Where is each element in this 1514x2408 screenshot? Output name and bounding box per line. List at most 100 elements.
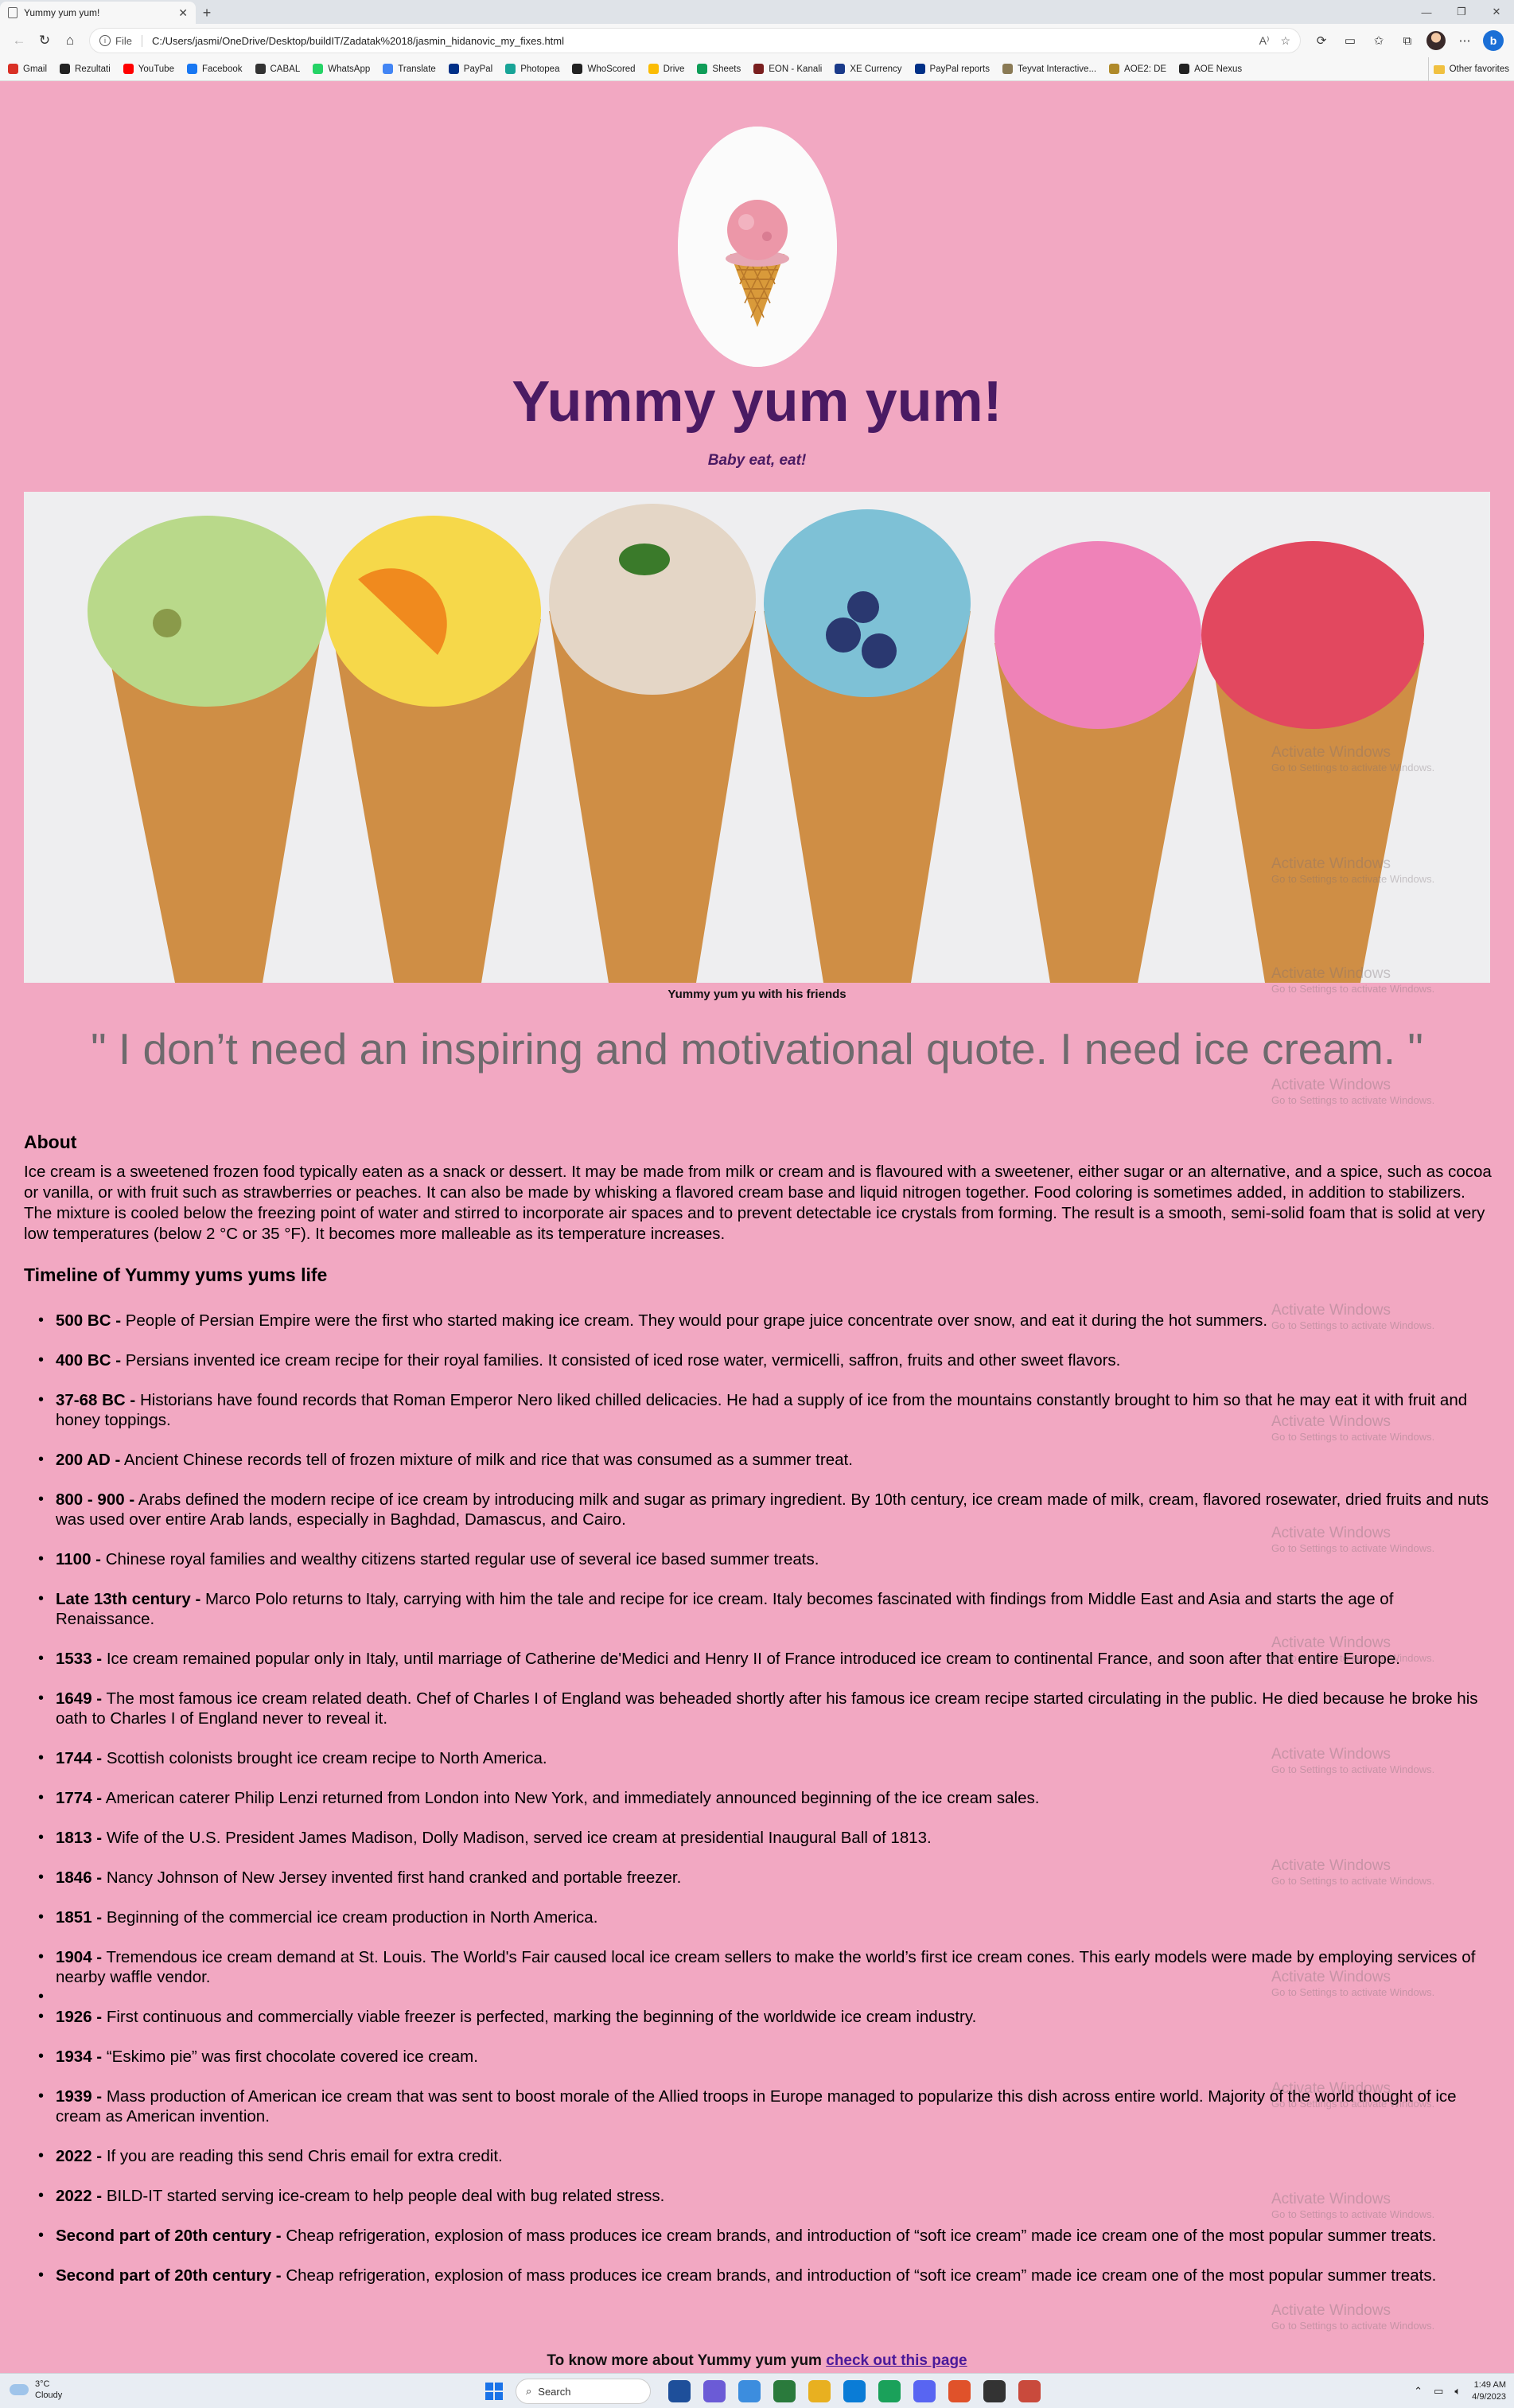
bing-icon: b — [1483, 30, 1504, 51]
watermark-title: Activate Windows — [1271, 1857, 1391, 1874]
timeline-text: Tremendous ice cream demand at St. Louis… — [56, 1948, 1476, 1986]
taskbar-app-icon[interactable] — [808, 2380, 831, 2402]
start-button[interactable] — [485, 2383, 503, 2400]
window-controls: — ❐ ✕ — [1409, 0, 1514, 24]
watermark-subtitle: Go to Settings to activate Windows. — [1271, 1763, 1435, 1775]
bookmark-item[interactable]: Drive — [648, 64, 684, 74]
bookmark-icon — [448, 64, 459, 74]
bookmark-item[interactable]: XE Currency — [835, 64, 902, 74]
watermark-subtitle: Go to Settings to activate Windows. — [1271, 1094, 1435, 1106]
watermark-title: Activate Windows — [1271, 2080, 1391, 2097]
timeline-date: 2022 - — [56, 2187, 103, 2205]
page-title: Yummy yum yum! — [512, 370, 1002, 434]
favorites-icon[interactable]: ✩ — [1364, 28, 1393, 53]
watermark-subtitle: Go to Settings to activate Windows. — [1271, 1431, 1435, 1443]
activate-windows-watermark: Activate Windows Go to Settings to activa… — [1271, 2302, 1454, 2332]
split-screen-icon[interactable]: ▭ — [1336, 28, 1364, 53]
bookmark-item[interactable]: Gmail — [8, 64, 47, 74]
refresh-button[interactable]: ↻ — [32, 28, 57, 53]
cloud-icon — [10, 2384, 29, 2395]
restore-button[interactable]: ❐ — [1444, 0, 1479, 24]
taskbar-app-icon[interactable] — [1018, 2380, 1041, 2402]
bookmark-item[interactable]: Facebook — [186, 64, 243, 74]
watermark-title: Activate Windows — [1271, 1077, 1391, 1093]
taskbar-search[interactable]: ⌕ Search — [516, 2379, 651, 2404]
weather-condition: Cloudy — [35, 2390, 63, 2400]
close-window-button[interactable]: ✕ — [1479, 0, 1514, 24]
about-heading: About — [24, 1132, 77, 1152]
bookmark-item[interactable]: Sheets — [697, 64, 741, 74]
bookmark-item[interactable]: Teyvat Interactive... — [1002, 64, 1096, 74]
bookmark-item[interactable]: AOE2: DE — [1109, 64, 1166, 74]
bookmark-item[interactable]: PayPal — [448, 64, 492, 74]
refresh-extension-icon[interactable]: ⟳ — [1307, 28, 1336, 53]
taskbar-app-icon[interactable] — [983, 2380, 1006, 2402]
taskbar-app-icon[interactable] — [948, 2380, 971, 2402]
bookmark-item[interactable]: WhatsApp — [313, 64, 370, 74]
new-tab-button[interactable]: + — [196, 2, 218, 24]
home-button[interactable]: ⌂ — [57, 28, 83, 53]
volume-icon[interactable]: 🔈︎ — [1454, 2385, 1461, 2398]
bookmarks-bar: Gmail Rezultati YouTube Facebook CABAL WhatsA… — [0, 57, 1514, 81]
watermark-subtitle: Go to Settings to activate Windows. — [1271, 2098, 1435, 2110]
taskbar-app-icon[interactable] — [913, 2380, 936, 2402]
back-button[interactable]: ← — [6, 28, 32, 53]
bookmark-item[interactable]: WhoScored — [572, 64, 636, 74]
timeline-text: BILD-IT started serving ice-cream to hel… — [102, 2187, 665, 2205]
timeline-text: People of Persian Empire were the first … — [121, 1311, 1268, 1330]
address-bar[interactable]: i File C:/Users/jasmi/OneDrive/Desktop/b… — [89, 28, 1301, 53]
taskbar-app-icon[interactable] — [668, 2380, 691, 2402]
bookmark-item[interactable]: Translate — [383, 64, 436, 74]
avatar — [1426, 31, 1446, 50]
activate-windows-watermark: Activate Windows Go to Settings to activa… — [1271, 1077, 1454, 1106]
timeline-text: Chinese royal families and wealthy citiz… — [101, 1550, 819, 1568]
bookmark-item[interactable]: YouTube — [123, 64, 174, 74]
timeline-text: Wife of the U.S. President James Madison… — [102, 1829, 932, 1847]
taskbar-app-icon[interactable] — [703, 2380, 726, 2402]
taskbar-app-icon[interactable] — [878, 2380, 901, 2402]
collections-icon[interactable]: ⧉ — [1393, 28, 1422, 53]
profile-button[interactable] — [1422, 28, 1450, 53]
bookmark-icon — [383, 64, 394, 74]
chevron-up-icon[interactable]: ⌃ — [1414, 2385, 1423, 2398]
bookmark-item[interactable]: Photopea — [505, 64, 559, 74]
weather-widget[interactable]: 3°C Cloudy — [10, 2379, 62, 2401]
minimize-button[interactable]: — — [1409, 0, 1444, 24]
bookmark-item[interactable]: EON - Kanali — [753, 64, 822, 74]
url-text[interactable]: C:/Users/jasmi/OneDrive/Desktop/buildIT/… — [152, 35, 1248, 47]
bing-chat-button[interactable]: b — [1479, 28, 1508, 53]
clock[interactable]: 1:49 AM 4/9/2023 — [1472, 2379, 1506, 2403]
check-out-link[interactable]: check out this page — [826, 2352, 967, 2369]
taskbar-app-icon[interactable] — [773, 2380, 796, 2402]
bookmark-item[interactable]: Rezultati — [60, 64, 111, 74]
bookmark-item[interactable]: AOE Nexus — [1179, 64, 1242, 74]
more-menu-icon[interactable]: ⋯ — [1450, 28, 1479, 53]
tab-title: Yummy yum yum! — [24, 7, 100, 18]
taskbar-center: ⌕ Search — [485, 2379, 1047, 2404]
timeline-item: 2022 - If you are reading this send Chri… — [35, 2146, 1491, 2166]
watermark-subtitle: Go to Settings to activate Windows. — [1271, 1542, 1435, 1554]
bookmark-icon — [835, 64, 846, 74]
taskbar-app-icon[interactable] — [843, 2380, 866, 2402]
read-aloud-icon[interactable]: A⁾ — [1259, 34, 1270, 48]
bookmark-item[interactable]: PayPal reports — [914, 64, 990, 74]
timeline-item: 1649 - The most famous ice cream related… — [35, 1689, 1491, 1728]
taskbar-app-icon[interactable] — [738, 2380, 761, 2402]
bookmark-item[interactable]: CABAL — [255, 64, 300, 74]
browser-tab[interactable]: Yummy yum yum! ✕ — [0, 2, 196, 24]
activate-windows-watermark: Activate Windows Go to Settings to activa… — [1271, 1857, 1454, 1887]
timeline-item: 1926 - First continuous and commercially… — [35, 2007, 1491, 2027]
close-tab-icon[interactable]: ✕ — [178, 6, 188, 20]
footer-text: To know more about Yummy yum yum check o… — [0, 2352, 1514, 2370]
folder-icon — [1433, 64, 1445, 74]
network-icon[interactable]: ▭ — [1434, 2385, 1443, 2398]
add-favorite-icon[interactable]: ☆ — [1280, 34, 1290, 48]
watermark-subtitle: Go to Settings to activate Windows. — [1271, 1986, 1435, 1998]
bookmark-label: AOE Nexus — [1194, 64, 1243, 74]
timeline-text: First continuous and commercially viable… — [102, 2008, 977, 2026]
timeline-text: “Eskimo pie” was first chocolate covered… — [102, 2048, 478, 2066]
timeline-date: 37-68 BC - — [56, 1391, 136, 1409]
other-favorites-folder[interactable]: Other favorites — [1427, 57, 1514, 81]
bookmark-icon — [8, 64, 18, 74]
info-icon[interactable]: i — [99, 35, 111, 46]
